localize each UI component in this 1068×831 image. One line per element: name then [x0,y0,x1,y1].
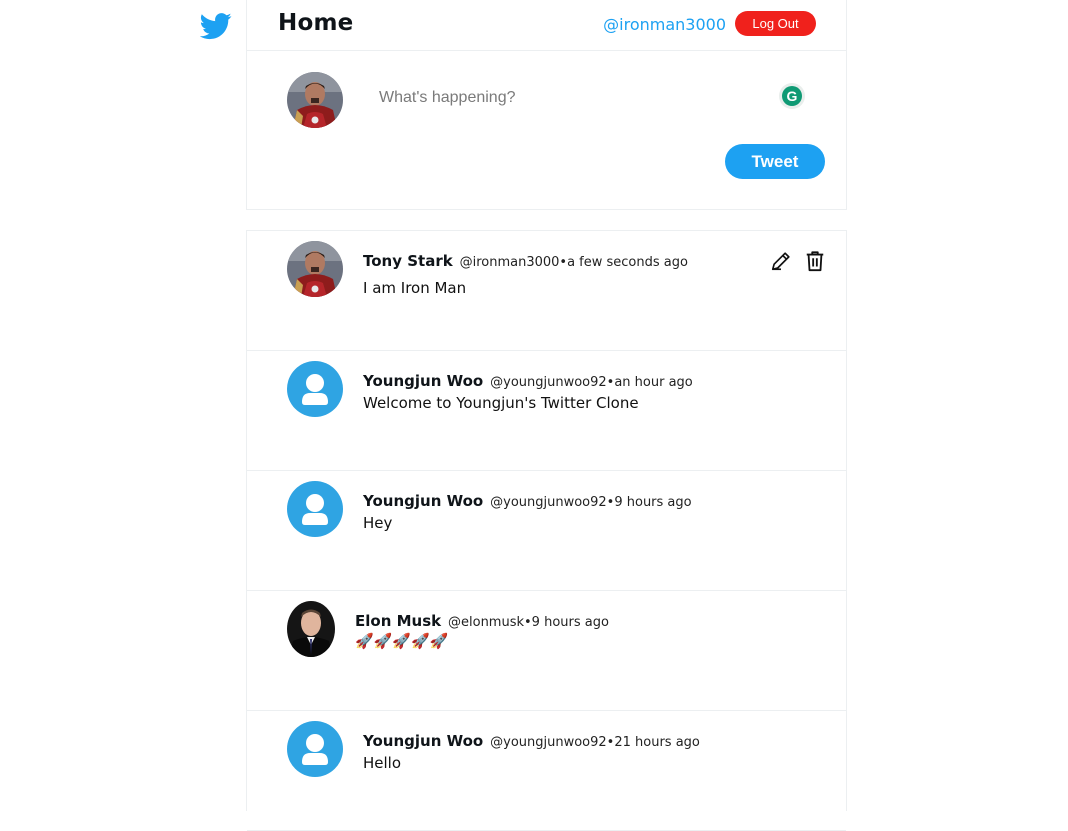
tweet-composer: G Tweet [247,51,846,209]
tweet-actions [770,250,826,272]
tweet-meta: @youngjunwoo92•21 hours ago [490,735,700,750]
tweet-author-name: Elon Musk [355,612,442,630]
tweet-author-name: Youngjun Woo [363,732,484,750]
page-title: Home [278,10,354,36]
tweet-item: Elon Musk @elonmusk•9 hours ago 🚀🚀🚀🚀🚀 [247,591,846,711]
grammarly-g-icon: G [782,86,802,106]
composer-avatar [287,72,343,128]
header: Home @ironman3000 Log Out [247,0,846,51]
tweet-text: I am Iron Man [363,279,467,297]
tweet-text: Welcome to Youngjun's Twitter Clone [363,394,639,412]
tweet-text: 🚀🚀🚀🚀🚀 [355,632,449,650]
tweet-item: Tony Stark @ironman3000•a few seconds ag… [247,231,846,351]
home-top-section: Home @ironman3000 Log Out G Tweet [246,0,847,210]
default-user-avatar [287,361,343,417]
tweet-meta: @ironman3000•a few seconds ago [459,255,688,270]
tweet-item: Youngjun Woo @youngjunwoo92•9 hours ago … [247,471,846,591]
tweet-author-name: Youngjun Woo [363,372,484,390]
tweet-meta: @elonmusk•9 hours ago [448,615,609,630]
tweet-meta: @youngjunwoo92•9 hours ago [490,495,692,510]
tony-stark-avatar [287,241,343,297]
tweet-button[interactable]: Tweet [725,144,825,179]
compose-input[interactable] [377,85,761,111]
trash-icon[interactable] [804,250,826,272]
tweet-text: Hello [363,754,402,772]
tweet-header: Elon Musk @elonmusk•9 hours ago [355,612,609,630]
twitter-logo-icon[interactable] [199,10,232,42]
logout-button[interactable]: Log Out [735,11,816,36]
tweet-author-name: Youngjun Woo [363,492,484,510]
user-handle-link[interactable]: @ironman3000 [603,15,726,34]
tweet-meta: @youngjunwoo92•an hour ago [490,375,693,390]
tweet-author-name: Tony Stark [363,252,453,270]
tweet-feed: Tony Stark @ironman3000•a few seconds ag… [246,230,847,831]
grammarly-icon[interactable]: G [779,83,805,109]
elon-musk-avatar [287,601,335,657]
tweet-text: Hey [363,514,393,532]
tweet-header: Tony Stark @ironman3000•a few seconds ag… [363,252,688,270]
tweet-item: Youngjun Woo @youngjunwoo92•an hour ago … [247,351,846,471]
default-user-avatar [287,721,343,777]
tweet-header: Youngjun Woo @youngjunwoo92•an hour ago [363,372,693,390]
tweet-header: Youngjun Woo @youngjunwoo92•21 hours ago [363,732,700,750]
tweet-item: Youngjun Woo @youngjunwoo92•21 hours ago… [247,711,846,831]
tweet-header: Youngjun Woo @youngjunwoo92•9 hours ago [363,492,692,510]
pencil-icon[interactable] [770,250,792,272]
default-user-avatar [287,481,343,537]
